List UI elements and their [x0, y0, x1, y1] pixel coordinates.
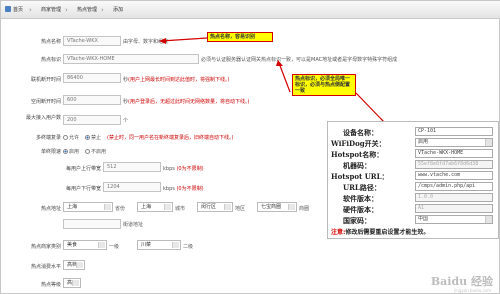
machine-code-value: 55ef8e0fd7ab6f8d6d38 [415, 160, 493, 169]
hotspot-id-panel-input[interactable]: VTache-WKX-HOME [415, 149, 493, 158]
hotspot-id-panel-label: Hotspot名称： [331, 150, 384, 159]
restart-note: 注意:修改后需要重启设置才能生效。 [331, 229, 430, 236]
callout-hotspot-id: 热点标识，必须全局唯一标识，必须与热点侧配置一致 [292, 74, 356, 96]
country-code-label: 国家码： [343, 216, 371, 225]
callout-hotspot-name: 热点名称，容易识别 [207, 32, 273, 42]
arrow-head-icon [276, 60, 283, 66]
wifidog-switch-label: WiFiDog开关： [331, 139, 386, 148]
hardware-version-value: A1 [415, 204, 493, 213]
country-code-select[interactable]: 中国 [415, 215, 493, 224]
watermark-logo: Baidu 经验 [430, 275, 493, 288]
watermark-url: jingyan.baidu.com [454, 288, 491, 293]
device-name-label: 设备名称： [343, 128, 378, 137]
software-version-value: 1.0.0 [415, 193, 493, 202]
hardware-version-label: 硬件版本： [343, 205, 378, 214]
callout-1-arrow [160, 37, 208, 42]
url-path-label: URL路径： [343, 183, 381, 192]
hotspot-url-label: Hotspot URL： [331, 172, 389, 181]
callout-2-arrow-up [278, 62, 291, 93]
software-version-label: 软件版本： [343, 194, 378, 203]
device-name-input[interactable]: CP-101 [415, 127, 493, 136]
hotspot-url-input[interactable]: www.vtache.com [415, 171, 493, 180]
page: 首页 › 商家管理 › 热点管理 › 添加 热点名称 VTache-WKX 由字… [0, 0, 500, 294]
url-path-input[interactable]: /cmps/admin.php/api [415, 182, 493, 191]
machine-code-label: 机器码： [343, 161, 371, 170]
arrow-head-icon [159, 38, 166, 44]
wifidog-switch-select[interactable]: 启用 [415, 138, 493, 147]
